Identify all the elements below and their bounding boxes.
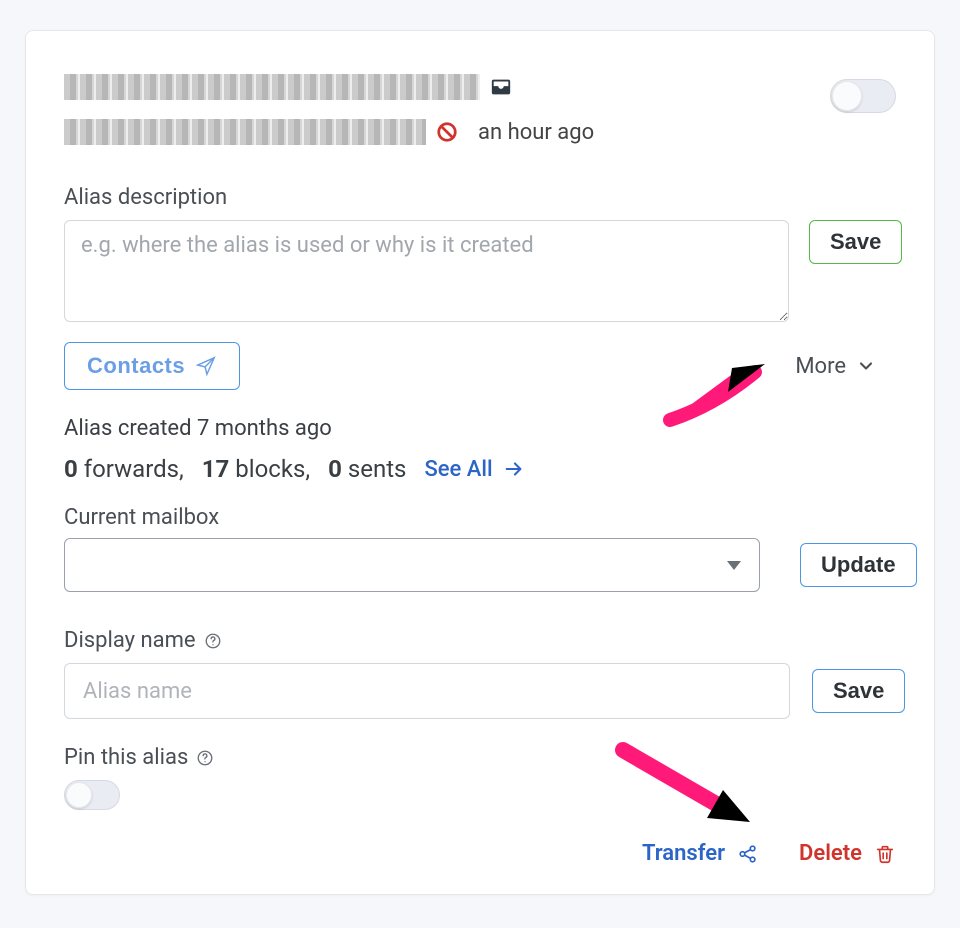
display-name-input[interactable]	[64, 663, 790, 719]
contacts-label: Contacts	[87, 353, 185, 379]
paper-plane-icon	[195, 355, 217, 377]
forwards-count: 0	[64, 455, 78, 483]
alias-description-label: Alias description	[64, 185, 896, 210]
alias-card: an hour ago Alias description Save Conta…	[25, 30, 935, 895]
transfer-label: Transfer	[642, 841, 725, 866]
card-footer: Transfer Delete	[642, 841, 896, 866]
display-name-label: Display name	[64, 628, 896, 653]
ban-icon	[436, 121, 458, 143]
help-icon[interactable]	[204, 632, 222, 650]
current-mailbox-label: Current mailbox	[64, 505, 896, 530]
alias-source-redacted	[64, 119, 426, 145]
save-display-name-button[interactable]: Save	[812, 669, 905, 713]
see-all-link[interactable]: See All	[424, 457, 524, 482]
mailbox-select[interactable]	[64, 538, 760, 592]
save-description-button[interactable]: Save	[809, 220, 902, 264]
help-icon[interactable]	[196, 749, 214, 767]
more-toggle[interactable]: More	[795, 354, 876, 379]
alias-subheader-row: an hour ago	[64, 113, 896, 151]
pin-alias-label: Pin this alias	[64, 745, 896, 770]
blocks-count: 17	[202, 455, 230, 483]
alias-address-redacted	[64, 74, 480, 100]
delete-link[interactable]: Delete	[799, 841, 896, 866]
last-activity-text: an hour ago	[478, 120, 594, 145]
alias-enabled-toggle[interactable]	[830, 79, 896, 113]
alias-created-text: Alias created 7 months ago	[64, 416, 896, 441]
more-label: More	[795, 354, 846, 379]
arrow-right-icon	[503, 458, 525, 480]
share-icon	[737, 843, 759, 865]
chevron-down-icon	[856, 356, 876, 376]
sents-label: sents	[348, 455, 407, 483]
contacts-button[interactable]: Contacts	[64, 342, 240, 390]
forwards-label: forwards,	[84, 455, 184, 483]
sents-count: 0	[328, 455, 342, 483]
blocks-label: blocks,	[235, 455, 310, 483]
delete-label: Delete	[799, 841, 862, 866]
update-mailbox-button[interactable]: Update	[800, 543, 917, 587]
alias-stats: 0 forwards, 17 blocks, 0 sents See All	[64, 455, 896, 483]
alias-description-input[interactable]	[64, 220, 789, 322]
see-all-label: See All	[424, 457, 492, 482]
transfer-link[interactable]: Transfer	[642, 841, 759, 866]
dropdown-caret-icon	[727, 561, 741, 570]
pin-alias-toggle[interactable]	[64, 780, 120, 810]
alias-header-row	[64, 67, 896, 107]
pin-alias-label-text: Pin this alias	[64, 745, 188, 770]
trash-icon	[874, 843, 896, 865]
inbox-icon	[490, 76, 512, 98]
display-name-label-text: Display name	[64, 628, 196, 653]
